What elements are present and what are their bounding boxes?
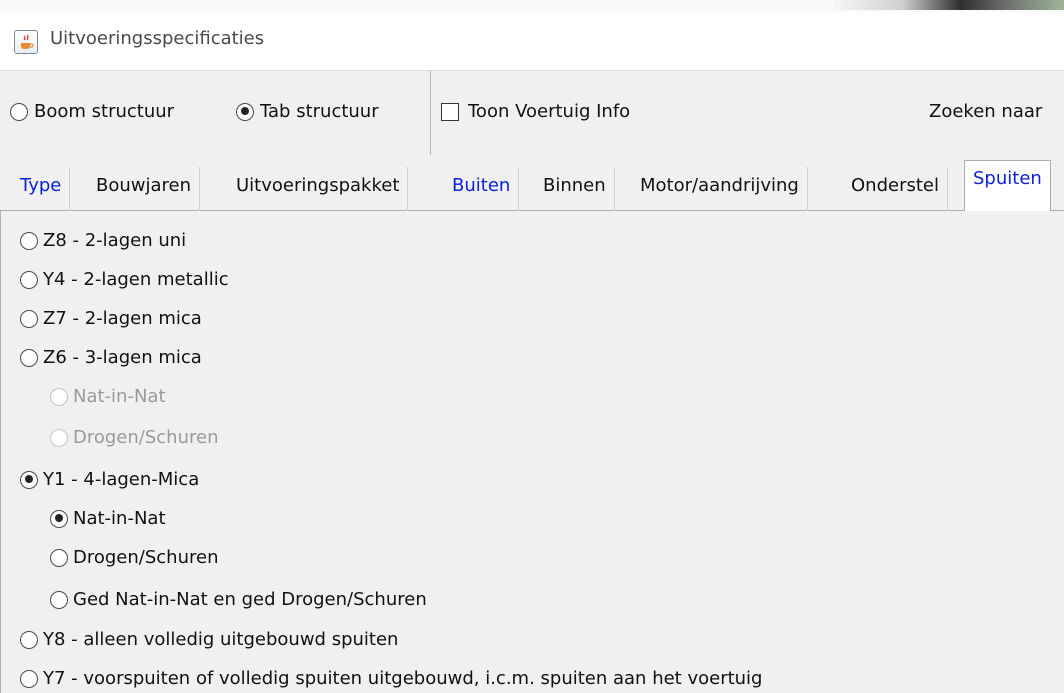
spuiten-option-label: Nat-in-Nat xyxy=(73,508,166,529)
tab-structuur-option[interactable]: Tab structuur xyxy=(236,101,379,122)
spuiten-option-label: Drogen/Schuren xyxy=(73,547,219,568)
desktop-strip xyxy=(0,0,1064,12)
tab-spuiten[interactable]: Spuiten xyxy=(964,160,1051,212)
spuiten-option-radio[interactable] xyxy=(20,309,38,328)
spuiten-option-radio[interactable] xyxy=(20,270,38,289)
spuiten-option-label: Y4 - 2-lagen metallic xyxy=(43,269,229,290)
spuiten-option[interactable]: Z8 - 2-lagen uni xyxy=(20,230,186,251)
spuiten-option-radio xyxy=(50,428,68,447)
spuiten-option-radio[interactable] xyxy=(50,590,68,609)
spuiten-option-radio[interactable] xyxy=(20,669,38,688)
toon-voertuig-info-option[interactable]: Toon Voertuig Info xyxy=(441,101,630,122)
spuiten-option-label: Z7 - 2-lagen mica xyxy=(43,308,202,329)
spuiten-option-label: Drogen/Schuren xyxy=(73,427,219,448)
spuiten-option-label: Nat-in-Nat xyxy=(73,386,166,407)
spuiten-option-radio[interactable] xyxy=(50,509,68,528)
boom-structuur-label: Boom structuur xyxy=(34,101,175,122)
spuiten-option[interactable]: Nat-in-Nat xyxy=(50,508,166,529)
spuiten-panel: Z8 - 2-lagen uni Y4 - 2-lagen metallic Z7 … xyxy=(0,211,1064,693)
tab-structuur-radio[interactable] xyxy=(236,102,254,121)
spuiten-option-radio[interactable] xyxy=(20,470,38,489)
spuiten-option-label: Y8 - alleen volledig uitgebouwd spuiten xyxy=(43,629,399,650)
spuiten-option-label: Z6 - 3-lagen mica xyxy=(43,347,202,368)
tab-binnen[interactable]: Binnen xyxy=(535,167,615,211)
toolbar-divider xyxy=(430,71,431,156)
boom-structuur-option[interactable]: Boom structuur xyxy=(10,101,174,122)
tab-structuur-label: Tab structuur xyxy=(260,101,379,122)
spuiten-option: Drogen/Schuren xyxy=(50,427,218,448)
spuiten-option-label: Y7 - voorspuiten of volledig spuiten uit… xyxy=(43,668,763,689)
tab-type[interactable]: Type xyxy=(12,167,71,211)
tab-motor-aandrijving[interactable]: Motor/aandrijving xyxy=(632,167,808,211)
spuiten-option-radio[interactable] xyxy=(20,231,38,250)
toon-voertuig-info-label: Toon Voertuig Info xyxy=(468,101,631,122)
spuiten-option-label: Z8 - 2-lagen uni xyxy=(43,230,187,251)
toon-voertuig-info-checkbox[interactable] xyxy=(441,102,459,121)
spuiten-option[interactable]: Z6 - 3-lagen mica xyxy=(20,347,202,368)
tab-onderstel[interactable]: Onderstel xyxy=(843,167,948,211)
spuiten-option[interactable]: Y1 - 4-lagen-Mica xyxy=(20,469,199,490)
spuiten-option-radio[interactable] xyxy=(20,630,38,649)
spuiten-option[interactable]: Y7 - voorspuiten of volledig spuiten uit… xyxy=(20,668,762,689)
spuiten-option[interactable]: Y8 - alleen volledig uitgebouwd spuiten xyxy=(20,629,398,650)
spuiten-option-label: Ged Nat-in-Nat en ged Drogen/Schuren xyxy=(73,589,427,610)
options-toolbar: Boom structuur Tab structuur Toon Voertu… xyxy=(0,70,1064,156)
spuiten-option-radio xyxy=(50,387,68,406)
spuiten-option[interactable]: Y4 - 2-lagen metallic xyxy=(20,269,229,290)
spuiten-option-radio[interactable] xyxy=(50,548,68,567)
window-title: Uitvoeringsspecificaties xyxy=(50,28,265,49)
java-cup-icon xyxy=(14,30,38,54)
spuiten-option[interactable]: Drogen/Schuren xyxy=(50,547,218,568)
tab-buiten[interactable]: Buiten xyxy=(444,167,520,211)
boom-structuur-radio[interactable] xyxy=(10,102,28,121)
tab-uitvoeringspakket[interactable]: Uitvoeringspakket xyxy=(228,167,409,211)
spuiten-option-label: Y1 - 4-lagen-Mica xyxy=(43,469,200,490)
spuiten-option[interactable]: Z7 - 2-lagen mica xyxy=(20,308,202,329)
spuiten-option: Nat-in-Nat xyxy=(50,386,166,407)
spuiten-option[interactable]: Ged Nat-in-Nat en ged Drogen/Schuren xyxy=(50,589,427,610)
search-label: Zoeken naar xyxy=(929,101,1043,122)
tab-bouwjaren[interactable]: Bouwjaren xyxy=(88,167,201,211)
title-bar: Uitvoeringsspecificaties xyxy=(0,12,1064,70)
spuiten-option-radio[interactable] xyxy=(20,348,38,367)
background-shade xyxy=(834,0,1064,10)
